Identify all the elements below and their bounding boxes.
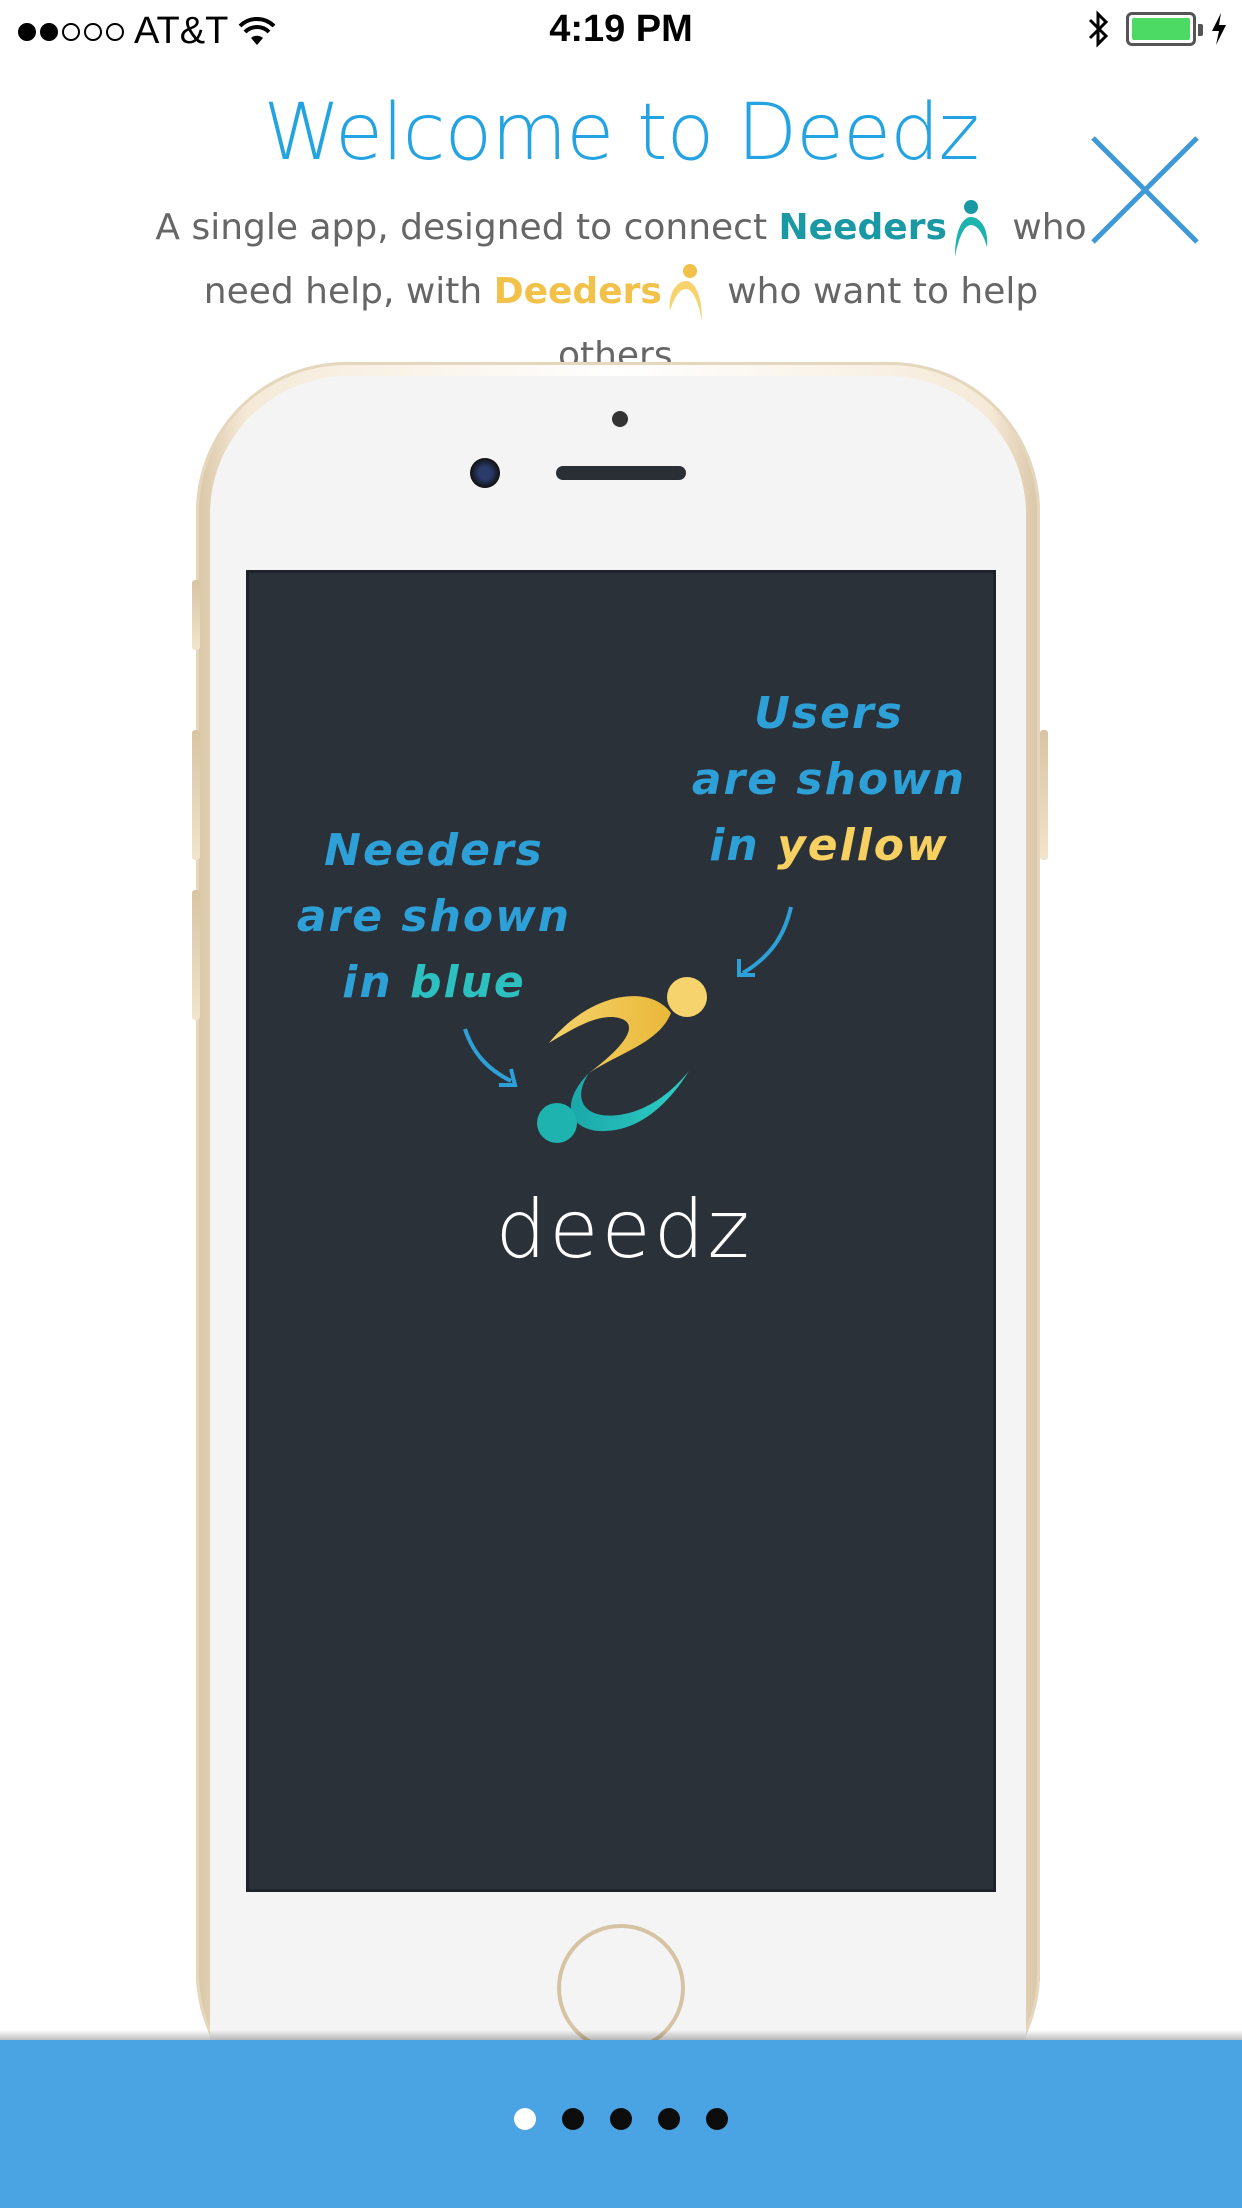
users-annotation-line2: are shown <box>691 754 967 805</box>
phone-speaker <box>556 466 686 480</box>
intro-text: A single app, designed to connect Needer… <box>140 196 1102 388</box>
phone-volume-up <box>192 730 200 860</box>
deeders-label: Deeders <box>493 271 662 312</box>
status-time: 4:19 PM <box>549 8 693 50</box>
bottom-bar-shadow <box>0 2030 1242 2040</box>
phone-sensor <box>612 411 628 427</box>
phone-screen: Needers are shown in blue Users are show… <box>246 570 996 1892</box>
needers-annotation-line1: Needers <box>324 825 544 876</box>
needers-label: Needers <box>778 207 947 248</box>
arrow-left-icon <box>463 1028 518 1087</box>
phone-power-button <box>1040 730 1048 860</box>
page-dot-2[interactable] <box>562 2108 584 2130</box>
deedz-wordmark: deedz <box>495 1183 753 1276</box>
close-icon[interactable] <box>1085 130 1205 250</box>
battery-icon <box>1126 12 1203 46</box>
page-dot-4[interactable] <box>658 2108 680 2130</box>
page-dot-1[interactable] <box>514 2108 536 2130</box>
status-right <box>1086 10 1228 48</box>
intro-text-part1: A single app, designed to connect <box>155 207 779 248</box>
phone-mute-switch <box>192 580 200 650</box>
needers-annotation-line2: are shown <box>296 891 572 942</box>
users-annotation-line3: in yellow <box>709 820 949 871</box>
charging-icon <box>1212 13 1226 45</box>
status-bar: AT&T 4:19 PM <box>0 0 1242 60</box>
arrow-right-icon <box>737 906 793 977</box>
users-annotation: Users are shown in yellow <box>679 681 979 879</box>
needer-figure-icon <box>954 200 988 257</box>
bluetooth-icon <box>1088 10 1109 48</box>
phone-camera <box>470 458 500 488</box>
page-indicator <box>0 2108 1242 2130</box>
page-title: Welcome to Deedz <box>263 88 979 178</box>
page-dot-5[interactable] <box>706 2108 728 2130</box>
users-annotation-line1: Users <box>754 688 904 739</box>
phone-volume-down <box>192 890 200 1020</box>
deedz-logo-icon <box>537 977 707 1143</box>
deeder-figure-icon <box>669 264 702 321</box>
bottom-bar <box>0 2040 1242 2208</box>
page-dot-3[interactable] <box>610 2108 632 2130</box>
